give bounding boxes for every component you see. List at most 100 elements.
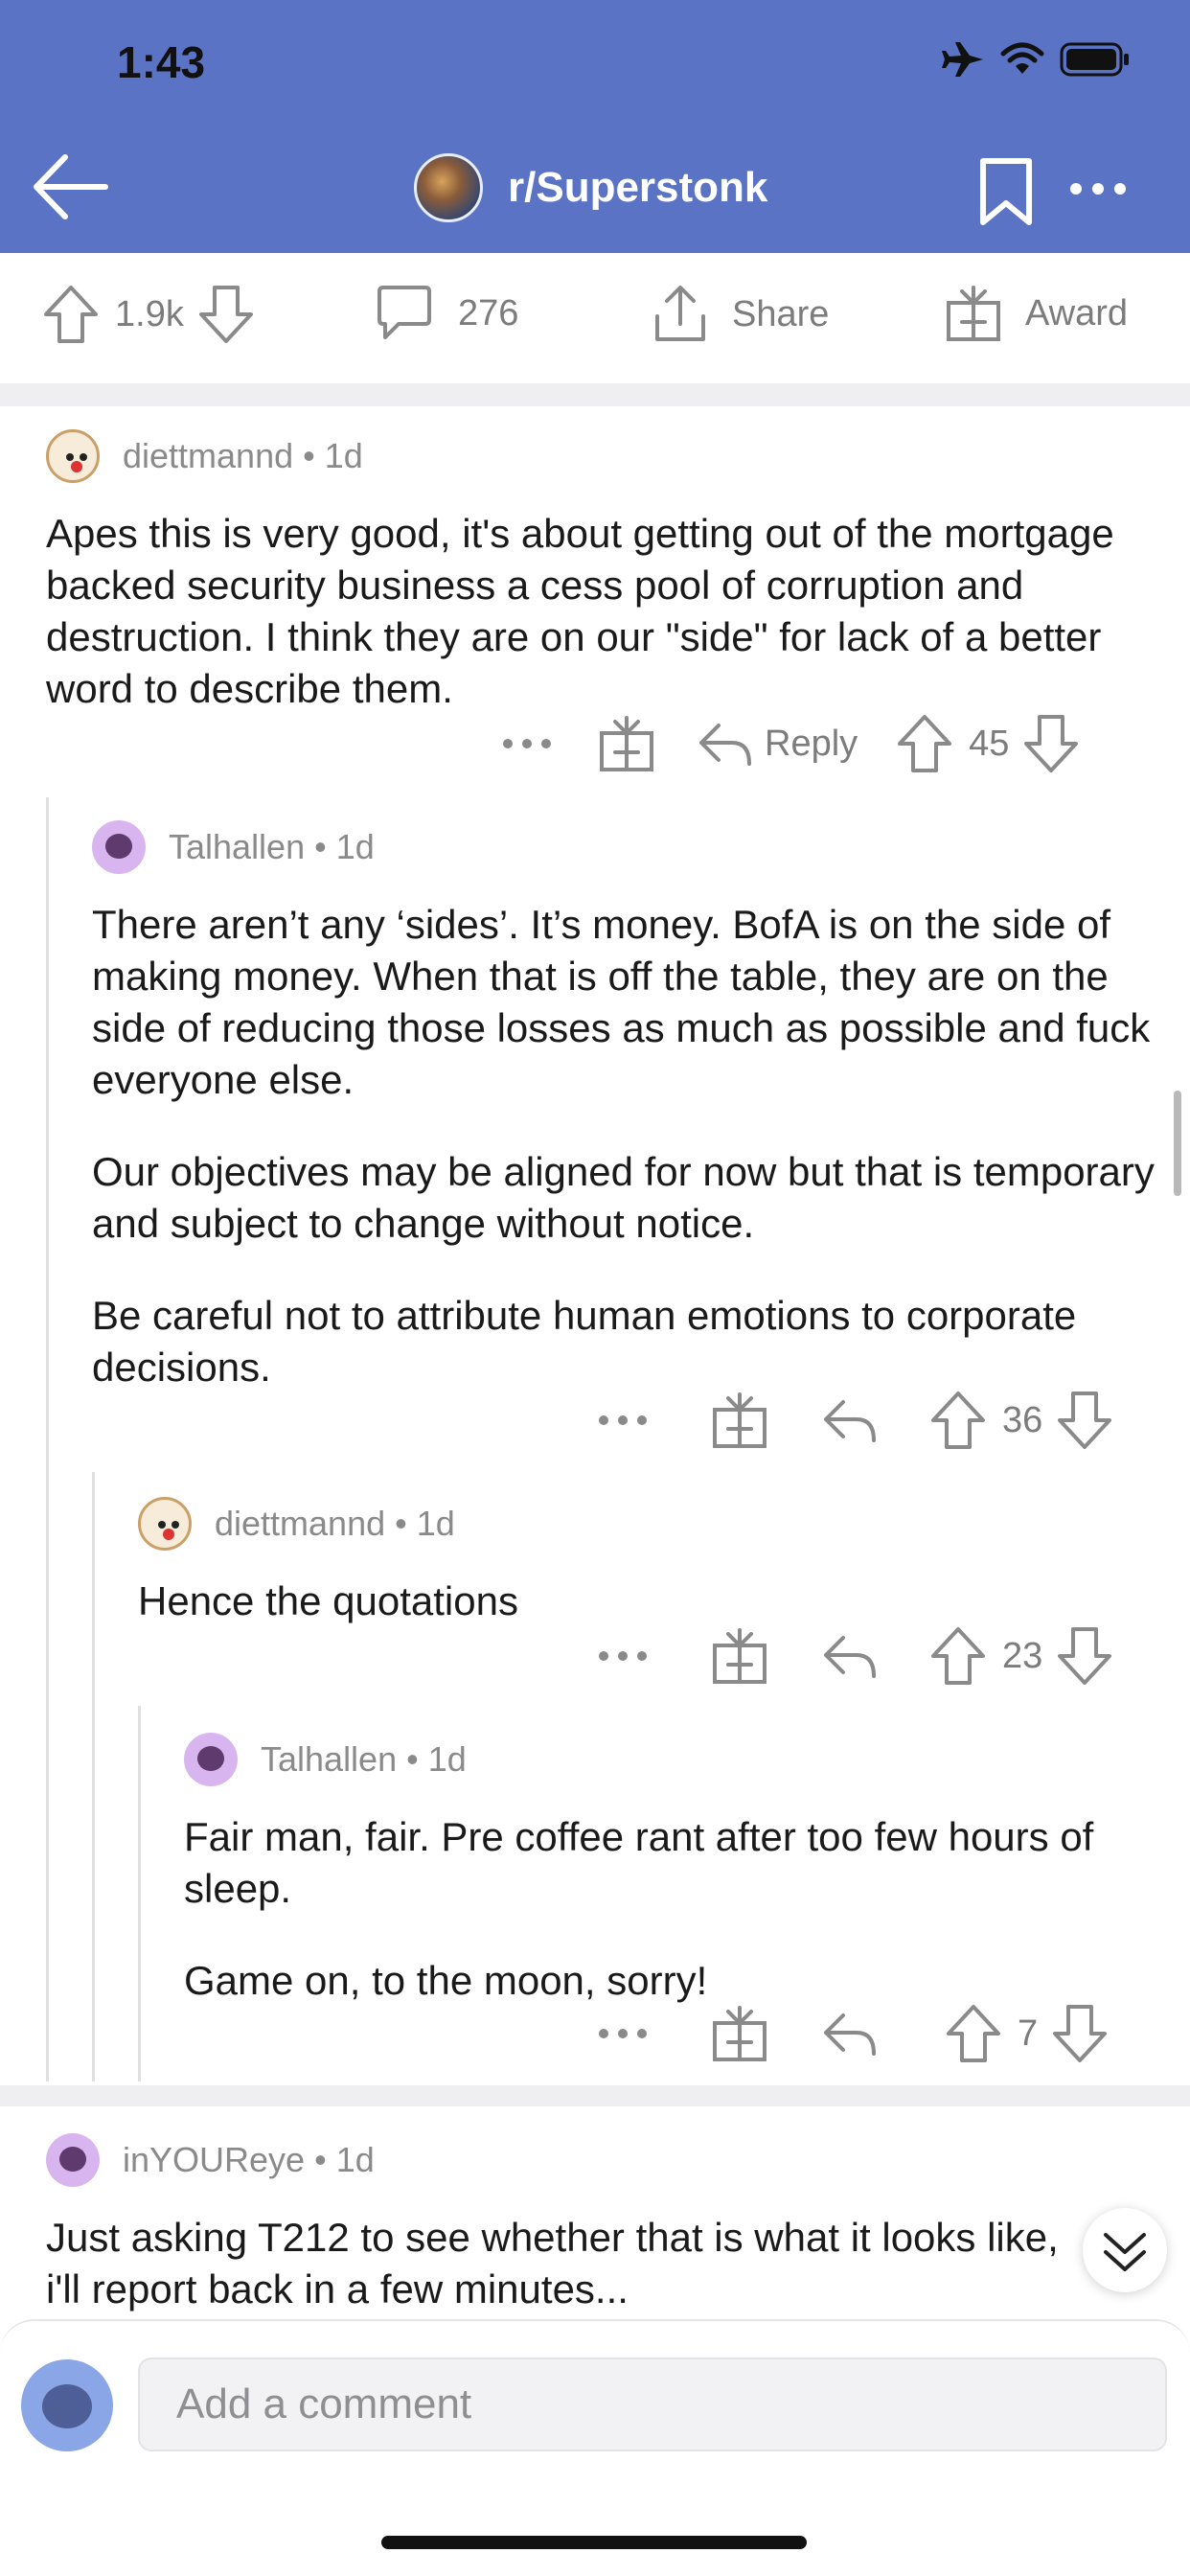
post-action-bar: 1.9k 276 Share Award [0, 253, 1190, 383]
more-icon[interactable] [598, 1650, 648, 1662]
award-button[interactable]: Award [945, 284, 1128, 343]
comments-button[interactable]: 276 [376, 284, 518, 343]
comment-meta: inYOUReye • 1d [46, 2133, 1081, 2187]
upvote-icon[interactable] [929, 1625, 987, 1687]
award-label: Award [1025, 292, 1129, 334]
jump-next-button[interactable] [1083, 2208, 1167, 2292]
comment-body: Hence the quotations [138, 1576, 1157, 1627]
status-icons [941, 40, 1131, 79]
award-icon[interactable] [711, 1391, 768, 1450]
wifi-icon [1000, 42, 1044, 77]
comment-meta: Talhallen • 1d [92, 820, 1157, 874]
bookmark-icon[interactable] [977, 157, 1035, 226]
comment: Talhallen • 1d Fair man, fair. Pre coffe… [184, 1733, 1157, 2007]
user-avatar[interactable] [21, 2359, 113, 2451]
comment-paragraph: Just asking T212 to see whether that is … [46, 2215, 1059, 2312]
meta-dot: • [303, 436, 315, 475]
downvote-icon[interactable] [1056, 1390, 1113, 1451]
award-icon[interactable] [711, 2004, 768, 2063]
comment-age: 1d [335, 827, 375, 866]
subreddit-name: r/Superstonk [508, 164, 768, 211]
comment-toolbar: 7 [598, 2003, 1109, 2064]
home-indicator[interactable] [381, 2536, 807, 2549]
comment-author[interactable]: inYOUReye [123, 2140, 305, 2180]
avatar[interactable] [46, 429, 100, 483]
thread-line[interactable] [46, 797, 49, 2082]
more-icon[interactable] [502, 738, 552, 749]
scrollbar[interactable] [1174, 1091, 1181, 1196]
upvote-icon[interactable] [945, 2003, 1002, 2064]
comment-paragraph: Be careful not to attribute human emotio… [92, 1293, 1077, 1390]
share-button[interactable]: Share [652, 284, 829, 345]
section-divider [0, 2085, 1190, 2106]
back-arrow-icon[interactable] [29, 150, 109, 224]
airplane-icon [941, 40, 985, 79]
comment-score: 45 [969, 723, 1010, 764]
comment-age: 1d [416, 1504, 455, 1543]
thread-line[interactable] [138, 1706, 141, 2082]
upvote-icon[interactable] [896, 713, 953, 774]
comment-score: 23 [1002, 1635, 1043, 1676]
comment-paragraph: Fair man, fair. Pre coffee rant after to… [184, 1814, 1094, 1911]
avatar[interactable] [138, 1497, 192, 1551]
more-icon[interactable] [598, 1414, 648, 1426]
reply-icon[interactable] [822, 2010, 878, 2058]
reply-icon [698, 720, 753, 768]
comment-paragraph: Apes this is very good, it's about getti… [46, 511, 1114, 711]
comment-age: 1d [324, 436, 363, 475]
comment-count: 276 [458, 292, 519, 334]
app-header: 1:43 r/Superstonk [0, 0, 1190, 253]
share-label: Share [732, 293, 830, 334]
comment: diettmannd • 1d Hence the quotations [138, 1497, 1157, 1627]
section-divider [0, 383, 1190, 406]
reply-icon[interactable] [822, 1396, 878, 1444]
comment-meta: diettmannd • 1d [138, 1497, 1157, 1551]
upvote-icon[interactable] [929, 1390, 987, 1451]
subreddit-link[interactable]: r/Superstonk [414, 153, 767, 222]
comment-score: 7 [1018, 2012, 1039, 2054]
reply-label: Reply [765, 723, 858, 764]
comment-composer: Add a comment [0, 2319, 1190, 2474]
post-vote: 1.9k [42, 284, 255, 345]
reply-icon[interactable] [822, 1632, 878, 1680]
comment-paragraph: There aren’t any ‘sides’. It’s money. Bo… [92, 902, 1151, 1102]
share-icon [652, 284, 709, 345]
avatar[interactable] [184, 1733, 238, 1786]
comment-author[interactable]: Talhallen [169, 827, 305, 867]
more-icon[interactable] [1069, 182, 1127, 196]
award-icon[interactable] [598, 714, 655, 773]
post-score: 1.9k [115, 293, 184, 334]
award-icon [945, 284, 1002, 343]
comment-age: 1d [427, 1739, 467, 1779]
comment: inYOUReye • 1d Just asking T212 to see w… [46, 2133, 1081, 2315]
comment-input[interactable]: Add a comment [138, 2358, 1167, 2451]
comment-paragraph: Game on, to the moon, sorry! [184, 1958, 708, 2003]
comment-toolbar: 23 [598, 1625, 1113, 1687]
comment-author[interactable]: Talhallen [261, 1739, 397, 1780]
meta-dot: • [406, 1739, 419, 1779]
meta-dot: • [314, 2140, 327, 2179]
comment-author[interactable]: diettmannd [123, 436, 293, 476]
more-icon[interactable] [598, 2028, 648, 2039]
comment-author[interactable]: diettmannd [215, 1504, 385, 1544]
reply-button[interactable]: Reply [698, 720, 858, 768]
comment-score: 36 [1002, 1399, 1043, 1440]
battery-icon [1060, 41, 1131, 78]
comment-meta: Talhallen • 1d [184, 1733, 1157, 1786]
avatar[interactable] [46, 2133, 100, 2187]
comment-body: Just asking T212 to see whether that is … [46, 2212, 1081, 2315]
thread-line[interactable] [92, 1472, 95, 2082]
downvote-icon[interactable] [1056, 1625, 1113, 1687]
comment-icon [376, 284, 433, 343]
comment-meta: diettmannd • 1d [46, 429, 1157, 483]
avatar[interactable] [92, 820, 146, 874]
upvote-icon[interactable] [42, 284, 100, 345]
downvote-icon[interactable] [1051, 2003, 1109, 2064]
downvote-icon[interactable] [1022, 713, 1080, 774]
downvote-icon[interactable] [197, 284, 255, 345]
comment-body: There aren’t any ‘sides’. It’s money. Bo… [92, 899, 1157, 1393]
award-icon[interactable] [711, 1626, 768, 1686]
comment: diettmannd • 1d Apes this is very good, … [46, 429, 1157, 715]
comment-body: Fair man, fair. Pre coffee rant after to… [184, 1811, 1157, 2007]
subreddit-avatar [414, 153, 483, 222]
